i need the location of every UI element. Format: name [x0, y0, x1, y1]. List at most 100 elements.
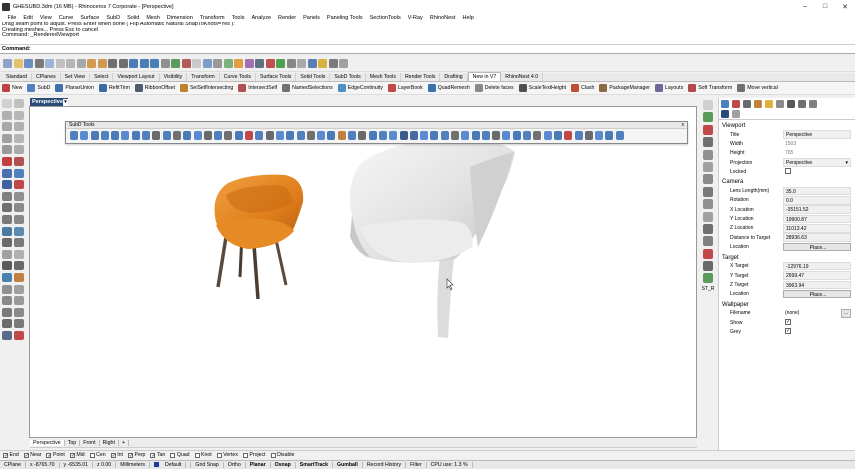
unlock-icon[interactable] [297, 58, 306, 68]
scale-icon[interactable] [14, 226, 24, 236]
intersect-self-button[interactable]: IntersectSelf [238, 84, 277, 92]
gumball-icon[interactable] [2, 284, 12, 294]
render-icon[interactable] [318, 58, 327, 68]
zoom-window-icon[interactable] [150, 58, 159, 68]
tab-select[interactable]: Select [90, 73, 114, 81]
image-tab-icon[interactable] [732, 110, 740, 118]
osnap-quad[interactable]: Quad [170, 452, 190, 458]
layer-book-button[interactable]: LayerBook [387, 84, 423, 92]
osnap-point-checkbox[interactable]: ✓ [46, 452, 52, 458]
point-icon[interactable] [14, 99, 24, 108]
offset-icon[interactable] [2, 307, 12, 317]
current-layer[interactable]: Default [150, 462, 192, 468]
subd-sub-object-icon[interactable] [492, 131, 501, 140]
subd-loft-icon[interactable] [142, 131, 151, 140]
layout-tool-icon[interactable] [2, 330, 12, 340]
smarttrack-toggle[interactable]: SmartTrack [296, 462, 334, 468]
ground-plane-icon[interactable] [703, 149, 713, 160]
paste-icon[interactable] [76, 58, 86, 68]
planar-toggle[interactable]: Planar [246, 462, 271, 468]
import-icon[interactable] [45, 58, 54, 68]
subd-pipe-icon[interactable] [172, 131, 181, 140]
subd-to-nurbs-icon[interactable] [409, 131, 418, 140]
subd-insert-point-icon[interactable] [255, 131, 264, 140]
mesh-to-subd-icon[interactable] [420, 131, 429, 140]
explode-icon[interactable] [2, 319, 12, 329]
shaded-icon[interactable] [223, 58, 233, 68]
osnap-point[interactable]: ✓ Point [46, 452, 65, 458]
lock-icon[interactable] [286, 58, 296, 68]
subd-remove-crease-icon[interactable] [234, 131, 243, 140]
display-mode-icon[interactable] [703, 100, 713, 110]
osnap-quad-checkbox[interactable] [170, 452, 176, 458]
extrude-icon[interactable] [14, 156, 24, 166]
subd-tag-icon[interactable] [512, 131, 521, 140]
tab-solid-tools[interactable]: Solid Tools [296, 73, 331, 81]
maximize-button[interactable]: □ [815, 3, 835, 10]
osnap-near-checkbox[interactable]: ✓ [23, 452, 29, 458]
menu-surface[interactable]: Surface [77, 15, 103, 21]
y-location-field[interactable]: 19900.87 [783, 214, 851, 224]
tab-standard[interactable]: Standard [2, 73, 33, 81]
target-place-button[interactable]: Place... [783, 289, 851, 299]
close-icon[interactable]: x [682, 122, 685, 128]
osnap-perp[interactable]: ✓ Perp [127, 452, 145, 458]
subd-friendly-icon[interactable] [440, 131, 449, 140]
rotate-view-icon[interactable] [118, 58, 128, 68]
move-vertical-button[interactable]: Move vertical [737, 84, 778, 92]
osnap-vertex-checkbox[interactable] [216, 452, 222, 458]
rendering-tab-icon[interactable] [798, 100, 806, 108]
minimize-button[interactable]: – [795, 3, 815, 10]
tab-set-view[interactable]: Set View [61, 73, 91, 81]
osnap-near[interactable]: ✓ Near [23, 452, 41, 458]
mirror-icon[interactable] [2, 238, 12, 248]
subd-bridge-icon[interactable] [203, 131, 212, 140]
planar-union-button[interactable]: PlanarUnion [55, 84, 94, 92]
move-icon[interactable] [2, 214, 12, 224]
lights-icon[interactable] [244, 58, 254, 68]
distance-to-target-field[interactable]: 28936.63 [783, 233, 851, 242]
delete-faces-button[interactable]: Delete faces [474, 84, 514, 92]
dimension-tool-icon[interactable] [2, 261, 12, 271]
show-icon[interactable] [276, 58, 285, 68]
subd-bevel-icon[interactable] [193, 131, 202, 140]
menu-file[interactable]: File [4, 15, 20, 21]
fillet-icon[interactable] [2, 191, 12, 201]
subd-extrude-icon[interactable] [183, 131, 192, 140]
menu-view[interactable]: View [36, 15, 55, 21]
grid-icon[interactable] [192, 58, 201, 68]
osnap-end-checkbox[interactable]: ✓ [3, 452, 8, 458]
sun-icon[interactable] [703, 137, 713, 148]
subd-match-icon[interactable] [317, 131, 326, 140]
print-icon[interactable] [34, 58, 44, 68]
osnap-knot-checkbox[interactable] [194, 452, 200, 458]
subd-grow-icon[interactable] [471, 131, 480, 140]
object-properties-icon[interactable] [721, 100, 729, 108]
tab-transform[interactable]: Transform [187, 73, 220, 81]
sel-self-intersecting-button[interactable]: SelSelfIntersecting [179, 84, 233, 92]
camera-icon[interactable] [703, 186, 713, 197]
osnap-int[interactable]: ✓ Int [110, 452, 123, 458]
help-icon[interactable] [339, 58, 348, 68]
properties-icon[interactable] [181, 58, 191, 68]
z-target-field[interactable]: 3963.94 [783, 280, 851, 290]
tab-viewport-layout[interactable]: Viewport Layout [113, 73, 160, 81]
white-chair[interactable] [349, 138, 515, 338]
subd-transform-icon[interactable] [574, 131, 583, 140]
help-tab-icon[interactable] [754, 100, 762, 108]
arc-icon[interactable] [14, 122, 24, 132]
named-selections-button[interactable]: NamedSelections [282, 84, 333, 92]
blend-icon[interactable] [14, 296, 24, 306]
rotate-icon[interactable] [2, 226, 12, 236]
tab-perspective[interactable]: Perspective [30, 440, 65, 446]
polygon-icon[interactable] [14, 145, 24, 155]
subd-shrink-icon[interactable] [481, 131, 490, 140]
select-icon[interactable] [160, 58, 170, 68]
new-file-icon[interactable] [3, 58, 12, 68]
save-icon[interactable] [24, 58, 33, 68]
rendered-icon[interactable] [234, 58, 243, 68]
split-icon[interactable] [2, 203, 12, 213]
polyline-icon[interactable] [14, 110, 24, 120]
curve-icon[interactable] [2, 122, 12, 132]
layers-tab-icon[interactable] [732, 100, 740, 108]
